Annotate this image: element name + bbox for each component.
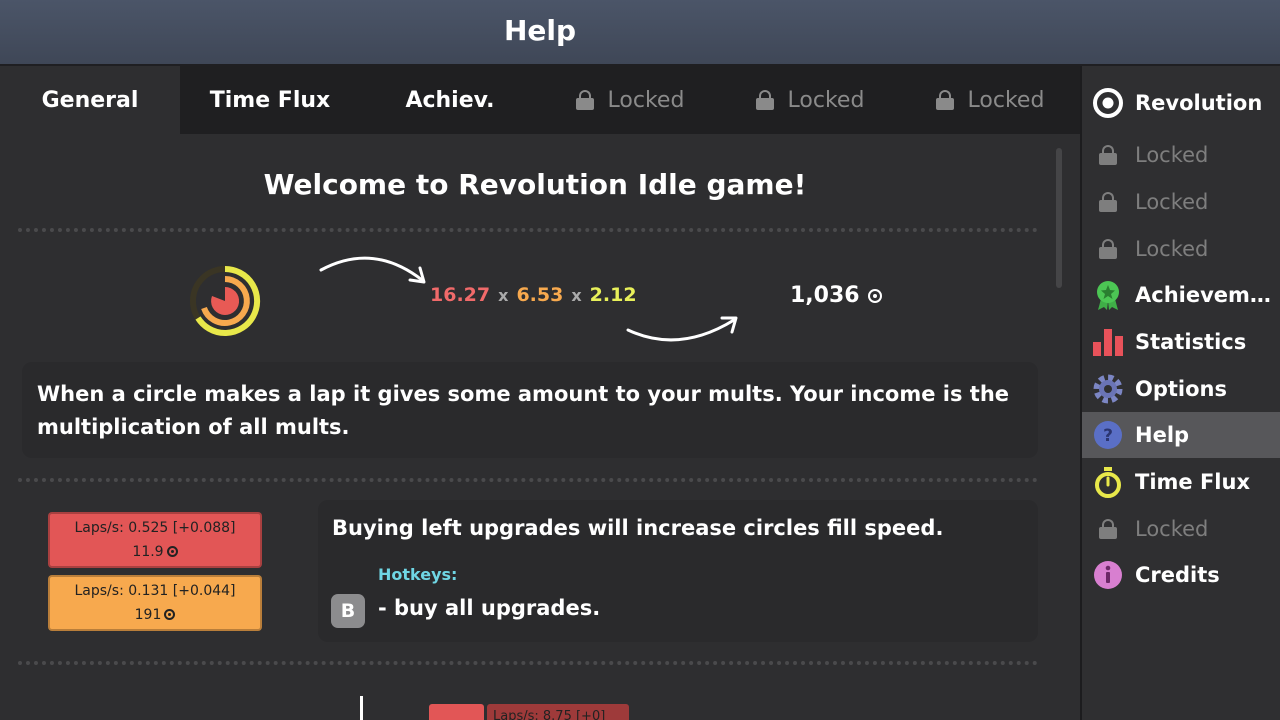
ribbon-icon (1097, 281, 1119, 310)
svg-text:?: ? (1103, 426, 1113, 446)
welcome-title: Welcome to Revolution Idle game! (263, 168, 807, 201)
sidebar-item-options[interactable]: Options (1082, 366, 1280, 412)
help-tabs: General Time Flux Achiev. Locked Locked … (0, 66, 1080, 134)
sidebar-item-label: Locked (1135, 517, 1209, 541)
sidebar: Revolution Locked Locked Locked Achievem… (1080, 66, 1280, 720)
tab-label: General (41, 87, 139, 113)
sidebar-item-label: Locked (1135, 143, 1209, 167)
sidebar-item-time-flux[interactable]: Time Flux (1082, 459, 1280, 505)
upgrade-button-red[interactable]: Laps/s: 0.525 [+0.088] 11.9 (48, 512, 262, 568)
sidebar-item-label: Time Flux (1135, 470, 1250, 494)
sidebar-item-label: Locked (1135, 237, 1209, 261)
sidebar-item-statistics[interactable]: Statistics (1082, 319, 1280, 365)
tab-achievements[interactable]: Achiev. (360, 66, 540, 134)
tab-locked-3: Locked (900, 66, 1080, 134)
sidebar-item-credits[interactable]: Credits (1082, 552, 1280, 598)
revolution-circle-icon (190, 265, 261, 336)
hotkey-description: - buy all upgrades. (378, 596, 601, 620)
lock-icon (755, 90, 774, 110)
sidebar-item-label: Achievements (1135, 283, 1275, 307)
upgrades-info-text: Buying left upgrades will increase circl… (332, 516, 944, 540)
sidebar-item-label: Locked (1135, 190, 1209, 214)
lock-icon (935, 90, 954, 110)
tab-label: Locked (607, 87, 685, 113)
demo-marker (360, 696, 363, 720)
tab-time-flux[interactable]: Time Flux (180, 66, 360, 134)
sidebar-item-label: Help (1135, 423, 1190, 447)
gear-icon (1093, 374, 1123, 404)
stopwatch-icon (1095, 467, 1121, 498)
page-title: Help (503, 14, 577, 47)
mult-value-2: 6.53 (516, 284, 564, 306)
upgrade-cost: 191 (134, 607, 162, 623)
sidebar-item-label: Revolution (1135, 91, 1263, 115)
sidebar-item-help[interactable]: ? Help (1082, 412, 1280, 458)
lock-icon (1099, 519, 1117, 539)
dotted-divider (18, 661, 1038, 665)
upgrade-laps: Laps/s: 8.75 [+0] (493, 709, 606, 720)
sidebar-item-label: Credits (1135, 563, 1220, 587)
income-value: 1,036 (790, 283, 860, 308)
curved-arrow-icon (319, 256, 426, 284)
dotted-divider (18, 478, 1038, 482)
revolution-icon (1093, 88, 1123, 118)
upgrade-button-partial[interactable] (429, 704, 484, 720)
hotkey-keycap: B (331, 594, 365, 628)
lock-icon (1099, 192, 1117, 212)
hotkeys-label: Hotkeys: (378, 565, 458, 584)
sidebar-item-achievements[interactable]: Achievements (1082, 272, 1280, 318)
sidebar-item-revolution[interactable]: Revolution (1082, 80, 1280, 126)
explanation-text: When a circle makes a lap it gives some … (37, 382, 1010, 439)
upgrade-laps: Laps/s: 0.131 [+0.044] (74, 583, 236, 599)
tab-general[interactable]: General (0, 66, 180, 134)
income-display: 1,036 (790, 283, 882, 308)
upgrade-laps: Laps/s: 0.525 [+0.088] (74, 520, 236, 536)
tab-label: Time Flux (209, 87, 331, 113)
mult-value-3: 2.12 (589, 284, 637, 306)
bar-chart-icon (1093, 329, 1123, 356)
tab-label: Locked (787, 87, 865, 113)
sidebar-item-locked: Locked (1082, 226, 1280, 272)
sidebar-item-label: Statistics (1135, 330, 1247, 354)
multiply-sign: x (498, 286, 509, 305)
question-icon: ? (1094, 421, 1122, 449)
mults-product: 16.27 x 6.53 x 2.12 (430, 284, 637, 306)
lock-icon (575, 90, 594, 110)
revolution-currency-icon (164, 609, 176, 620)
sidebar-item-label: Options (1135, 377, 1227, 401)
revolution-currency-icon (166, 546, 178, 557)
sidebar-item-locked: Locked (1082, 506, 1280, 552)
lock-icon (1099, 239, 1117, 259)
dotted-divider (18, 228, 1038, 232)
upgrade-button-orange[interactable]: Laps/s: 0.131 [+0.044] 191 (48, 575, 262, 631)
help-content: Welcome to Revolution Idle game! 16.27 x 6… (0, 134, 1080, 720)
upgrade-button-partial[interactable]: Laps/s: 8.75 [+0] (487, 704, 629, 720)
tab-label: Locked (967, 87, 1045, 113)
tab-locked-2: Locked (720, 66, 900, 134)
sidebar-item-locked: Locked (1082, 132, 1280, 178)
info-icon (1094, 561, 1122, 589)
top-bar: Help (0, 0, 1280, 66)
mult-value-1: 16.27 (430, 284, 491, 306)
multiply-sign: x (571, 286, 582, 305)
upgrade-cost: 11.9 (132, 544, 164, 560)
sidebar-item-locked: Locked (1082, 179, 1280, 225)
lock-icon (1099, 145, 1117, 165)
tab-locked-1: Locked (540, 66, 720, 134)
curved-arrow-icon (626, 316, 738, 342)
tab-label: Achiev. (405, 87, 495, 113)
revolution-currency-icon (867, 288, 882, 303)
